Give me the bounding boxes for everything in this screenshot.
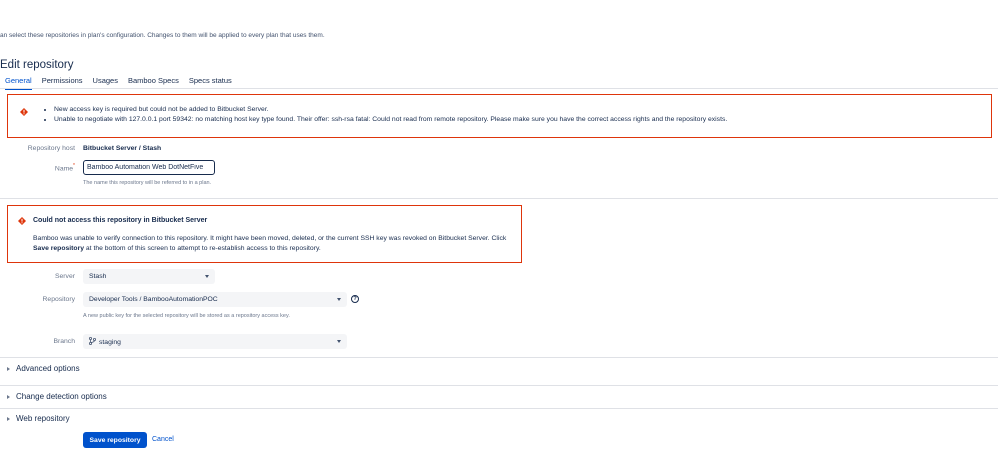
- web-repository-label: Web repository: [16, 414, 70, 423]
- intro-text: an select these repositories in plan's c…: [0, 32, 325, 39]
- divider: [0, 385, 998, 386]
- branch-select-value: staging: [99, 338, 121, 346]
- change-detection-options-label: Change detection options: [16, 392, 107, 401]
- chevron-right-icon: [7, 394, 10, 399]
- repository-select-value: Developer Tools / BambooAutomationPOC: [89, 296, 218, 303]
- error-icon: [18, 217, 26, 225]
- error-list: New access key is required but could not…: [54, 105, 727, 125]
- change-detection-options-toggle[interactable]: Change detection options: [7, 392, 107, 401]
- save-repository-button[interactable]: Save repository: [83, 432, 147, 448]
- repository-help-text: A new public key for the selected reposi…: [83, 313, 290, 319]
- cancel-link[interactable]: Cancel: [152, 436, 174, 443]
- advanced-options-toggle[interactable]: Advanced options: [7, 364, 80, 373]
- name-label: Name*: [5, 163, 75, 172]
- error-item: Unable to negotiate with 127.0.0.1 port …: [54, 115, 727, 125]
- divider: [0, 198, 998, 199]
- chevron-right-icon: [7, 366, 10, 371]
- server-select[interactable]: Stash: [83, 269, 215, 284]
- access-error-text: Bamboo was unable to verify connection t…: [33, 235, 507, 242]
- page-title: Edit repository: [0, 59, 74, 71]
- divider: [0, 408, 998, 409]
- server-select-value: Stash: [89, 273, 107, 280]
- name-label-text: Name: [54, 165, 74, 173]
- web-repository-toggle[interactable]: Web repository: [7, 414, 70, 423]
- tab-divider: [0, 88, 998, 89]
- branch-select[interactable]: staging: [83, 334, 347, 349]
- chevron-down-icon: [337, 340, 341, 343]
- name-input[interactable]: [83, 160, 215, 175]
- name-help-text: The name this repository will be referre…: [83, 180, 212, 186]
- required-mark: *: [73, 163, 75, 169]
- divider: [0, 357, 998, 358]
- repository-host-label: Repository host: [27, 145, 75, 152]
- error-icon: [20, 108, 28, 116]
- branch-icon: [88, 336, 97, 347]
- repository-host-value: Bitbucket Server / Stash: [83, 145, 162, 152]
- chevron-right-icon: [7, 416, 10, 421]
- repository-select[interactable]: Developer Tools / BambooAutomationPOC: [83, 292, 347, 307]
- access-error-title: Could not access this repository in Bitb…: [33, 217, 208, 224]
- chevron-down-icon: [337, 298, 341, 301]
- error-item: New access key is required but could not…: [54, 105, 727, 115]
- server-label: Server: [54, 273, 75, 280]
- access-error-text-end: at the bottom of this screen to attempt …: [84, 245, 321, 252]
- branch-select-content: staging: [88, 336, 121, 347]
- access-error-box: Could not access this repository in Bitb…: [7, 205, 522, 263]
- branch-label: Branch: [53, 338, 75, 345]
- advanced-options-label: Advanced options: [16, 364, 80, 373]
- chevron-down-icon: [205, 275, 209, 278]
- error-message-box: New access key is required but could not…: [7, 94, 992, 138]
- access-error-body: Bamboo was unable to verify connection t…: [33, 234, 518, 254]
- help-icon[interactable]: ?: [351, 295, 359, 303]
- repository-label: Repository: [42, 296, 76, 303]
- save-repository-reference: Save repository: [33, 245, 84, 252]
